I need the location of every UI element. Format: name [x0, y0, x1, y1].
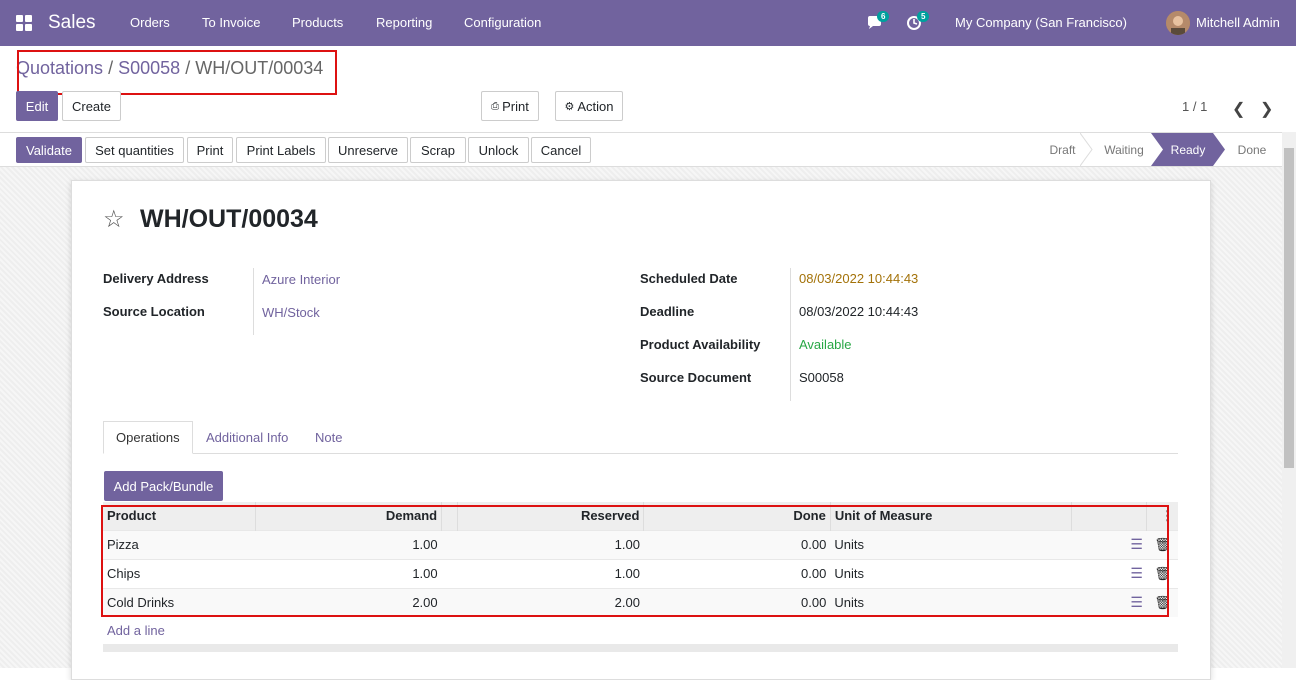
- deadline-label: Deadline: [640, 304, 695, 319]
- scrollbar-thumb[interactable]: [1284, 148, 1294, 468]
- add-line-link[interactable]: Add a line: [107, 623, 165, 638]
- set-quantities-button[interactable]: Set quantities: [85, 137, 184, 163]
- apps-menu-icon[interactable]: [16, 15, 32, 31]
- app-name[interactable]: Sales: [48, 12, 96, 34]
- unreserve-button[interactable]: Unreserve: [328, 137, 408, 163]
- edit-button[interactable]: Edit: [16, 91, 58, 121]
- delivery-address-label: Delivery Address: [103, 271, 209, 286]
- scheduled-date-value: 08/03/2022 10:44:43: [799, 271, 919, 286]
- create-button[interactable]: Create: [62, 91, 121, 121]
- stage-done[interactable]: Done: [1230, 133, 1274, 166]
- pager-value[interactable]: 1 / 1: [1182, 99, 1207, 114]
- scrollbar[interactable]: [1282, 132, 1296, 668]
- cancel-button[interactable]: Cancel: [531, 137, 591, 163]
- scrap-button[interactable]: Scrap: [410, 137, 466, 163]
- chevron-right-icon[interactable]: ❯: [1260, 99, 1273, 119]
- action-dropdown-button[interactable]: ⚙ Action: [555, 91, 623, 121]
- tab-operations[interactable]: Operations: [103, 421, 193, 454]
- company-switcher[interactable]: My Company (San Francisco): [955, 15, 1127, 30]
- product-availability-label: Product Availability: [640, 337, 761, 352]
- menu-configuration[interactable]: Configuration: [464, 15, 541, 30]
- action-label: Action: [577, 98, 614, 114]
- highlight-box: [101, 505, 1169, 617]
- tab-note[interactable]: Note: [303, 421, 354, 454]
- menu-products[interactable]: Products: [292, 15, 343, 30]
- print-label: Print: [502, 98, 529, 114]
- source-document-label: Source Document: [640, 370, 752, 385]
- chevron-left-icon[interactable]: ❮: [1232, 99, 1245, 119]
- menu-orders[interactable]: Orders: [130, 15, 170, 30]
- printer-icon: ⎙: [491, 100, 500, 112]
- field-divider: [790, 268, 791, 401]
- tab-additional-info[interactable]: Additional Info: [194, 421, 300, 454]
- field-divider: [253, 268, 254, 302]
- user-menu[interactable]: Mitchell Admin: [1196, 15, 1280, 30]
- print-button[interactable]: Print: [187, 137, 233, 163]
- user-avatar[interactable]: [1166, 11, 1190, 35]
- stage-ready[interactable]: Ready: [1163, 133, 1213, 166]
- add-pack-bundle-button[interactable]: Add Pack/Bundle: [104, 471, 223, 501]
- chat-icon[interactable]: 6: [866, 11, 890, 32]
- activity-badge: 5: [917, 11, 930, 22]
- notebook-tabs: Operations Additional Info Note: [103, 421, 1178, 454]
- gear-icon: ⚙: [564, 100, 575, 113]
- scheduled-date-label: Scheduled Date: [640, 271, 738, 286]
- highlight-box: [17, 50, 337, 95]
- top-navbar: Sales Orders To Invoice Products Reporti…: [0, 0, 1296, 46]
- print-dropdown-button[interactable]: ⎙ Print: [481, 91, 539, 121]
- print-labels-button[interactable]: Print Labels: [236, 137, 326, 163]
- product-availability-value: Available: [799, 337, 852, 352]
- source-location-value[interactable]: WH/Stock: [262, 305, 320, 320]
- validate-button[interactable]: Validate: [16, 137, 82, 163]
- record-title: WH/OUT/00034: [140, 205, 318, 233]
- stage-divider: [1080, 133, 1093, 166]
- menu-to-invoice[interactable]: To Invoice: [202, 15, 261, 30]
- delivery-address-value[interactable]: Azure Interior: [262, 272, 340, 287]
- unlock-button[interactable]: Unlock: [468, 137, 529, 163]
- chat-badge: 6: [877, 11, 890, 22]
- deadline-value: 08/03/2022 10:44:43: [799, 304, 919, 319]
- table-footer: [103, 644, 1178, 652]
- activity-icon[interactable]: 5: [906, 11, 930, 32]
- status-bar: Validate Set quantities Print Print Labe…: [0, 132, 1296, 167]
- stage-draft[interactable]: Draft: [1040, 133, 1085, 166]
- source-location-label: Source Location: [103, 304, 205, 319]
- star-icon[interactable]: ☆: [103, 205, 125, 234]
- field-divider: [253, 302, 254, 335]
- source-document-value: S00058: [799, 370, 844, 385]
- menu-reporting[interactable]: Reporting: [376, 15, 432, 30]
- stage-waiting[interactable]: Waiting: [1094, 133, 1154, 166]
